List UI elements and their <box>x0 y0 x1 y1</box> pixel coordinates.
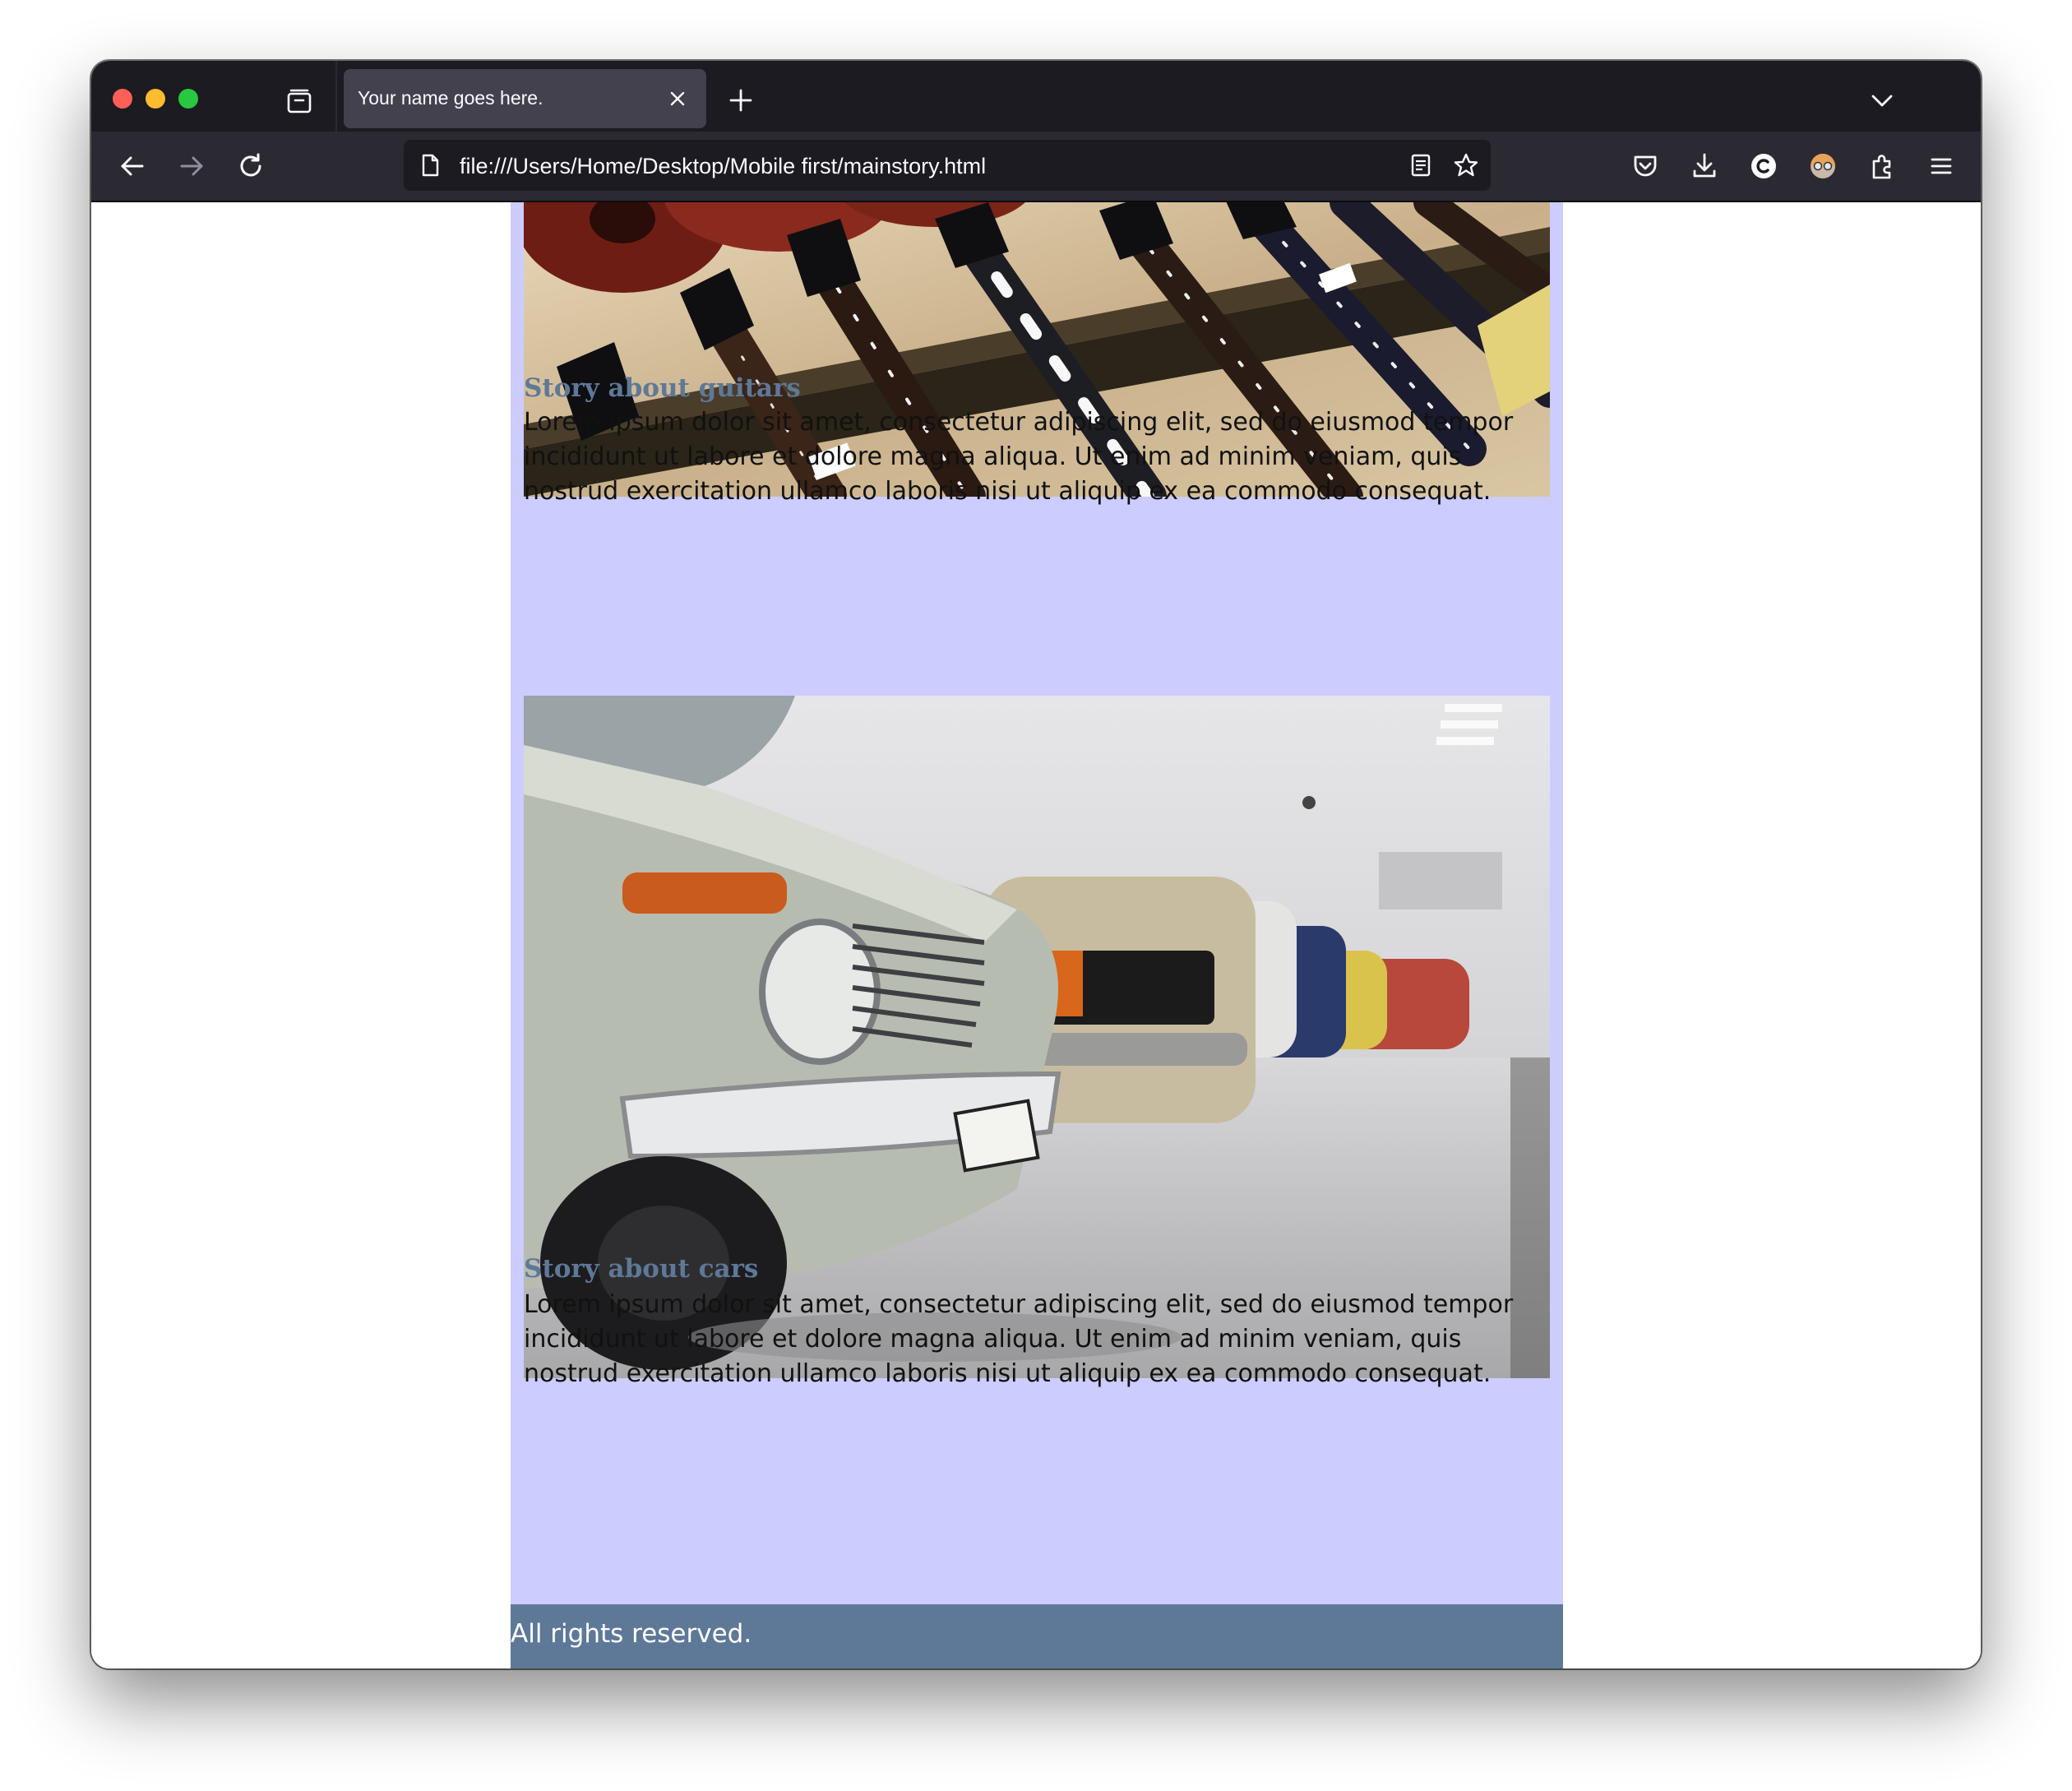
tab-strip: Your name goes here. <box>91 61 1981 132</box>
puzzle-icon[interactable] <box>1864 148 1900 184</box>
forward-arrow-icon[interactable] <box>173 148 210 184</box>
avatar-icon[interactable] <box>1805 148 1841 184</box>
footer-text: All rights reserved. <box>511 1619 752 1649</box>
zoom-window-button[interactable] <box>178 89 198 109</box>
hamburger-menu-icon[interactable] <box>1923 148 1959 184</box>
navigation-toolbar: file:///Users/Home/Desktop/Mobile first/… <box>91 132 1981 202</box>
story-body: Lorem ipsum dolor sit amet, consectetur … <box>524 408 1514 506</box>
story-body: Lorem ipsum dolor sit amet, consectetur … <box>524 1290 1514 1388</box>
star-icon[interactable] <box>1452 151 1480 179</box>
content-column: Story about guitars Lorem ipsum dolor si… <box>511 202 1563 1668</box>
minimize-window-button[interactable] <box>146 89 165 109</box>
tab-active[interactable]: Your name goes here. <box>344 69 706 128</box>
tab-divider <box>335 61 337 132</box>
reader-view-icon[interactable] <box>1407 151 1435 179</box>
tab-overview-icon[interactable] <box>283 86 316 118</box>
story-title: Story about guitars <box>524 373 801 403</box>
page-icon <box>417 152 443 178</box>
story-title: Story about cars <box>524 1254 759 1284</box>
close-icon[interactable] <box>666 87 689 110</box>
page-viewport: Story about guitars Lorem ipsum dolor si… <box>91 202 1981 1668</box>
footer: All rights reserved. <box>511 1604 1563 1668</box>
url-text: file:///Users/Home/Desktop/Mobile first/… <box>460 154 987 178</box>
download-icon[interactable] <box>1686 148 1723 184</box>
account-icon[interactable] <box>1746 148 1782 184</box>
reload-icon[interactable] <box>233 148 269 184</box>
browser-window: Your name goes here. file:///Users/Home/… <box>91 61 1981 1668</box>
tab-title: Your name goes here. <box>358 87 543 109</box>
url-bar[interactable]: file:///Users/Home/Desktop/Mobile first/… <box>404 140 1491 191</box>
pocket-icon[interactable] <box>1627 148 1663 184</box>
chevron-down-icon[interactable] <box>1867 86 1897 115</box>
plus-icon[interactable] <box>726 86 756 115</box>
close-window-button[interactable] <box>113 89 132 109</box>
back-arrow-icon[interactable] <box>114 148 150 184</box>
